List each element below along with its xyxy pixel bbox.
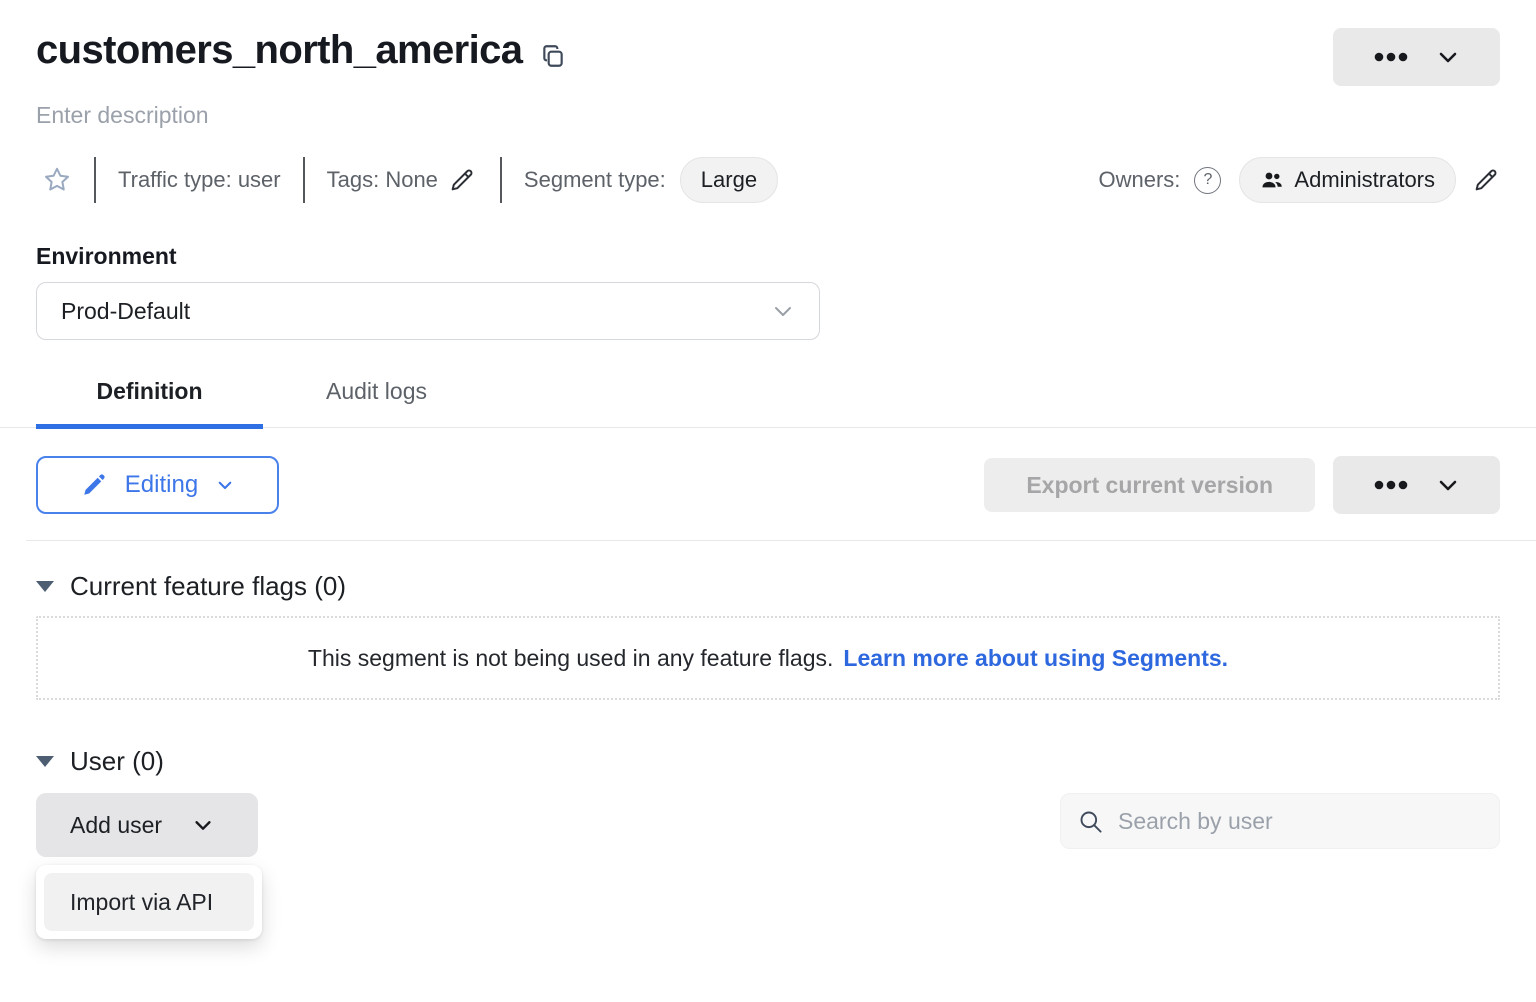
export-current-version-button[interactable]: Export current version xyxy=(984,458,1315,512)
header-more-button[interactable] xyxy=(1333,28,1500,86)
chevron-down-icon xyxy=(192,814,214,836)
chevron-down-icon xyxy=(1436,473,1460,497)
traffic-type-label: Traffic type: user xyxy=(118,167,281,193)
learn-more-link[interactable]: Learn more about using Segments. xyxy=(843,645,1228,672)
editing-dropdown-button[interactable]: Editing xyxy=(36,456,279,514)
copy-icon[interactable] xyxy=(540,43,566,69)
divider xyxy=(500,157,502,203)
tags-label: Tags: None xyxy=(327,167,438,193)
add-user-button[interactable]: Add user xyxy=(36,793,258,857)
feature-flags-section-header[interactable]: Current feature flags (0) xyxy=(36,571,346,602)
toolbar-more-button[interactable] xyxy=(1333,456,1500,514)
segment-type-badge: Large xyxy=(680,157,778,203)
triangle-down-icon xyxy=(36,756,54,767)
environment-selected-value: Prod-Default xyxy=(61,298,190,325)
empty-state-text: This segment is not being used in any fe… xyxy=(308,645,833,672)
owners-value: Administrators xyxy=(1294,167,1435,193)
owners-label: Owners: xyxy=(1098,167,1180,193)
meta-row: Traffic type: user Tags: None Segment ty… xyxy=(36,155,1500,205)
add-user-label: Add user xyxy=(70,812,162,839)
environment-label: Environment xyxy=(36,243,1500,270)
feature-flags-empty-state: This segment is not being used in any fe… xyxy=(36,616,1500,700)
user-search[interactable] xyxy=(1060,793,1500,849)
segment-type-label: Segment type: xyxy=(524,167,666,193)
menu-item-import-via-api[interactable]: Import via API xyxy=(44,873,254,931)
edit-tags-pencil-icon[interactable] xyxy=(448,166,476,194)
ellipsis-icon xyxy=(1374,480,1408,490)
add-user-menu: Import via API xyxy=(36,865,262,939)
ellipsis-icon xyxy=(1374,52,1408,62)
star-icon[interactable] xyxy=(42,165,72,195)
triangle-down-icon xyxy=(36,581,54,592)
edit-owners-pencil-icon[interactable] xyxy=(1472,166,1500,194)
add-user-wrap: Add user Import via API xyxy=(36,793,258,857)
divider xyxy=(94,157,96,203)
user-section-title: User (0) xyxy=(70,746,164,777)
tab-definition-label: Definition xyxy=(96,378,202,404)
editing-label: Editing xyxy=(125,471,198,499)
tab-audit-logs-label: Audit logs xyxy=(326,378,427,404)
tabs: Definition Audit logs xyxy=(0,378,1536,428)
description-placeholder[interactable]: Enter description xyxy=(36,102,1500,129)
divider xyxy=(303,157,305,203)
page-title: customers_north_america xyxy=(36,28,522,73)
chevron-down-icon xyxy=(771,299,795,323)
environment-select[interactable]: Prod-Default xyxy=(36,282,820,340)
user-search-input[interactable] xyxy=(1116,807,1483,836)
people-icon xyxy=(1260,168,1284,192)
tab-audit-logs[interactable]: Audit logs xyxy=(263,378,490,427)
section-divider xyxy=(26,540,1536,541)
user-row: Add user Import via API xyxy=(36,793,1500,857)
magnifier-icon xyxy=(1077,808,1104,835)
segment-detail-page: customers_north_america Enter descriptio… xyxy=(0,0,1536,1002)
title-wrap: customers_north_america xyxy=(36,28,566,73)
definition-toolbar: Editing Export current version xyxy=(36,456,1500,514)
owners-badge[interactable]: Administrators xyxy=(1239,157,1456,203)
header: customers_north_america xyxy=(36,0,1500,86)
chevron-down-icon xyxy=(1436,45,1460,69)
question-circle-icon[interactable]: ? xyxy=(1194,167,1221,194)
toolbar-right: Export current version xyxy=(984,456,1500,514)
chevron-down-icon xyxy=(216,476,234,494)
tab-definition[interactable]: Definition xyxy=(36,378,263,427)
user-section-header[interactable]: User (0) xyxy=(36,746,164,777)
feature-flags-title: Current feature flags (0) xyxy=(70,571,346,602)
pencil-icon xyxy=(81,472,107,498)
owners-group: Owners: ? Administrators xyxy=(1098,157,1500,203)
